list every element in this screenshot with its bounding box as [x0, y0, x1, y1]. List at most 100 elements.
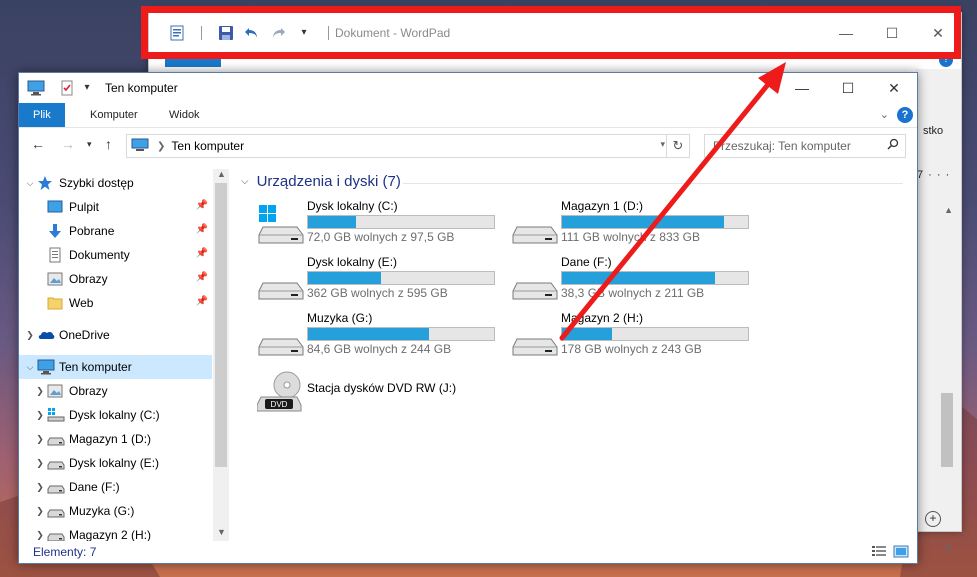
drive-free-space: 38,3 GB wolnych z 211 GB — [561, 286, 705, 300]
sidebar-item[interactable]: ❯ Magazyn 1 (D:) — [19, 427, 212, 451]
wordpad-quick-access-toolbar: ▾ — [169, 25, 335, 41]
drive-item[interactable]: Dysk lokalny (E:) 362 GB wolnych z 595 GB — [257, 255, 507, 311]
undo-icon[interactable] — [244, 25, 260, 41]
save-icon[interactable] — [218, 25, 234, 41]
sidebar-item[interactable]: ❯ Dysk lokalny (C:) — [19, 403, 212, 427]
drive-item[interactable]: Dysk lokalny (C:) 72,0 GB wolnych z 97,5 … — [257, 199, 507, 255]
drive-name: Magazyn 2 (H:) — [561, 311, 644, 325]
sidebar-item[interactable]: Web 📌 — [19, 291, 212, 315]
sidebar-item[interactable]: Dokumenty 📌 — [19, 243, 212, 267]
help-icon[interactable]: ? — [897, 107, 913, 123]
scroll-down-icon[interactable]: ▼ — [217, 527, 226, 537]
drive-free-space: 111 GB wolnych z 833 GB — [561, 230, 700, 244]
sidebar-item[interactable]: ❯ Muzyka (G:) — [19, 499, 212, 523]
dvd-drive-item[interactable]: DVD Stacja dysków DVD RW (J:) — [256, 367, 507, 423]
sidebar-item[interactable]: Pulpit 📌 — [19, 195, 212, 219]
redo-icon[interactable] — [270, 25, 286, 41]
tab-file[interactable]: Plik — [19, 103, 65, 127]
search-icon[interactable] — [887, 138, 899, 153]
navigation-pane: ⌵ Szybki dostęp Pulpit 📌 Pobrane 📌 Dokumenty 📌 O… — [19, 169, 231, 541]
drive-item[interactable]: Magazyn 1 (D:) 111 GB wolnych z 833 GB — [511, 199, 761, 255]
pin-icon[interactable]: 📌 — [196, 224, 208, 235]
close-button[interactable]: ✕ — [915, 13, 961, 53]
chevron-right-icon[interactable]: ❯ — [33, 434, 47, 445]
sidebar-item[interactable]: ⌵ Ten komputer — [19, 355, 212, 379]
drive-item[interactable]: Muzyka (G:) 84,6 GB wolnych z 244 GB — [257, 311, 507, 367]
computer-icon[interactable] — [27, 80, 45, 96]
help-icon[interactable]: ? — [939, 53, 953, 67]
drive-item[interactable]: Dane (F:) 38,3 GB wolnych z 211 GB — [511, 255, 761, 311]
wordpad-app-icon[interactable] — [169, 25, 185, 41]
navigation-pane-scroll-thumb[interactable] — [215, 183, 227, 467]
wordpad-ribbon — [149, 53, 961, 67]
chevron-right-icon[interactable]: ❯ — [33, 458, 47, 469]
large-icons-view-icon[interactable] — [893, 545, 909, 558]
pin-icon[interactable]: 📌 — [196, 296, 208, 307]
chevron-right-icon[interactable]: ❯ — [157, 141, 165, 152]
dvd-drive-icon: DVD — [256, 371, 305, 415]
devices-group-header[interactable]: ⌵ Urządzenia i dyski (7) — [241, 173, 401, 190]
chevron-down-icon[interactable]: ⌵ — [23, 362, 37, 373]
up-arrow-icon[interactable]: ↑ — [105, 136, 112, 152]
customize-toolbar-icon[interactable]: ▾ — [83, 80, 91, 96]
maximize-button[interactable]: ☐ — [825, 73, 871, 103]
devices-group-title: Urządzenia i dyski (7) — [256, 173, 401, 190]
group-divider — [403, 183, 903, 184]
zoom-in-icon[interactable]: + — [925, 511, 941, 527]
address-dropdown-icon[interactable]: ▾ — [660, 139, 665, 150]
sidebar-item[interactable]: ❯ Obrazy — [19, 379, 212, 403]
pin-icon[interactable]: 📌 — [196, 248, 208, 259]
drive-usage-bar — [561, 271, 749, 285]
chevron-right-icon[interactable]: ❯ — [33, 530, 47, 541]
explorer-title-bar: ▾ Ten komputer — ☐ ✕ — [19, 73, 917, 103]
search-box[interactable] — [704, 134, 906, 158]
drive-name: Dysk lokalny (E:) — [307, 255, 398, 269]
drive-usage-fill — [562, 272, 715, 284]
tab-view[interactable]: Widok — [155, 103, 214, 127]
wordpad-file-tab[interactable] — [165, 53, 221, 67]
search-input[interactable] — [711, 135, 885, 157]
tab-computer[interactable]: Komputer — [76, 103, 152, 127]
forward-arrow-icon[interactable]: → — [61, 136, 75, 152]
wordpad-scroll-thumb[interactable] — [941, 393, 953, 467]
details-view-icon[interactable] — [871, 545, 887, 558]
computer-icon — [37, 359, 55, 375]
pin-icon[interactable]: 📌 — [196, 272, 208, 283]
sidebar-item[interactable]: Obrazy 📌 — [19, 267, 212, 291]
separator — [328, 26, 329, 40]
back-arrow-icon[interactable]: ← — [31, 136, 45, 152]
sidebar-item[interactable]: Pobrane 📌 — [19, 219, 212, 243]
pin-icon[interactable]: 📌 — [196, 200, 208, 211]
minimize-button[interactable]: — — [823, 13, 869, 53]
chevron-right-icon[interactable]: ❯ — [33, 506, 47, 517]
chevron-right-icon[interactable]: ❯ — [33, 482, 47, 493]
recent-locations-chevron-icon[interactable]: ▾ — [87, 139, 92, 150]
drive-name: Dane (F:) — [561, 255, 612, 269]
sidebar-item[interactable]: ❯ OneDrive — [19, 323, 212, 347]
scroll-up-icon[interactable]: ▲ — [944, 205, 953, 215]
customize-toolbar-icon[interactable]: ▾ — [296, 25, 312, 41]
scroll-down-icon[interactable]: ▼ — [944, 543, 953, 553]
address-bar[interactable]: ❯ Ten komputer ▾ ↻ — [126, 134, 690, 158]
chevron-right-icon[interactable]: ❯ — [33, 410, 47, 421]
scroll-up-icon[interactable]: ▲ — [217, 169, 226, 179]
drive-item[interactable]: Magazyn 2 (H:) 178 GB wolnych z 243 GB — [511, 311, 761, 367]
navigation-pane-scrollbar[interactable]: ▲ ▼ — [213, 169, 229, 541]
refresh-icon[interactable]: ↻ — [666, 135, 689, 157]
chevron-right-icon[interactable]: ❯ — [23, 330, 37, 341]
properties-icon[interactable] — [59, 80, 75, 96]
sidebar-item[interactable]: ❯ Magazyn 2 (H:) — [19, 523, 212, 541]
sidebar-item[interactable]: ⌵ Szybki dostęp — [19, 171, 212, 195]
close-button[interactable]: ✕ — [871, 73, 917, 103]
sidebar-item[interactable]: ❯ Dysk lokalny (E:) — [19, 451, 212, 475]
minimize-button[interactable]: — — [779, 73, 825, 103]
chevron-down-icon[interactable]: ⌵ — [23, 178, 37, 189]
drive-icon — [47, 455, 65, 471]
chevron-right-icon[interactable]: ❯ — [33, 386, 47, 397]
sidebar-item[interactable]: ❯ Dane (F:) — [19, 475, 212, 499]
chevron-down-icon[interactable]: ⌵ — [241, 176, 249, 187]
drive-icon — [511, 203, 559, 247]
maximize-button[interactable]: ☐ — [869, 13, 915, 53]
drive-usage-fill — [562, 328, 613, 340]
expand-ribbon-icon[interactable]: ⌄ — [880, 108, 889, 121]
